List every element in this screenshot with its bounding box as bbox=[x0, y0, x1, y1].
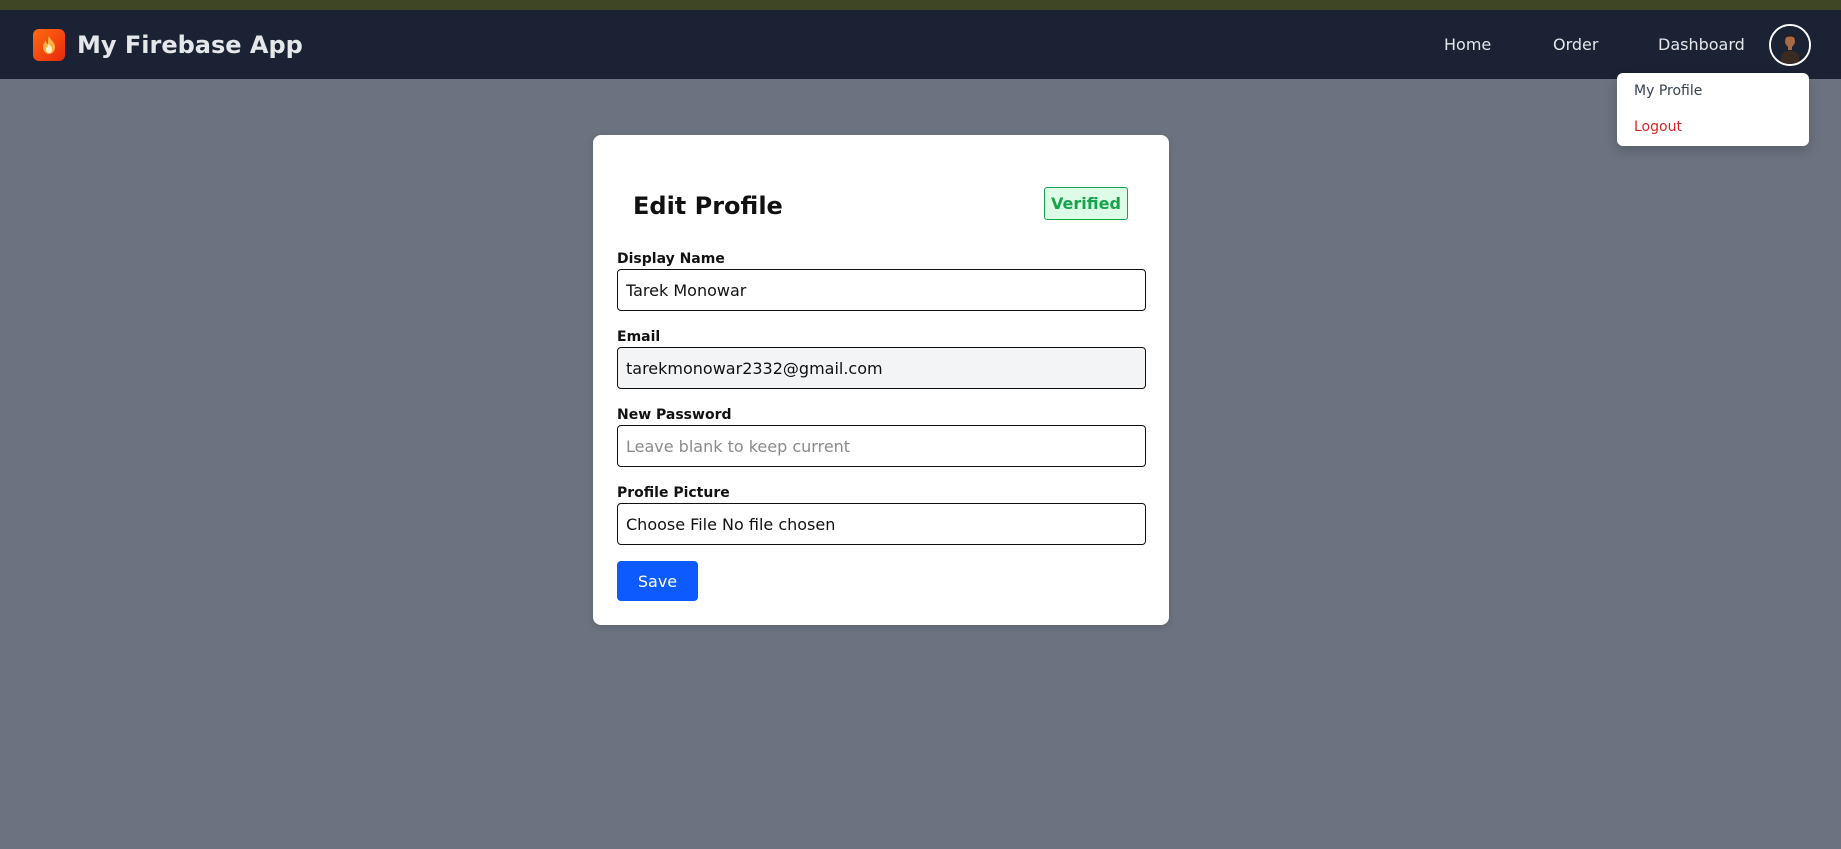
file-input-text: Choose File No file chosen bbox=[626, 514, 836, 534]
nav-links: Home Order Dashboard bbox=[0, 10, 1841, 79]
top-strip bbox=[0, 0, 1841, 10]
menu-item-logout[interactable]: Logout bbox=[1634, 118, 1682, 136]
edit-profile-card: Edit Profile Verified Display Name Email… bbox=[593, 135, 1169, 625]
nav-link-home[interactable]: Home bbox=[1444, 35, 1491, 55]
navbar: My Firebase App Home Order Dashboard bbox=[0, 10, 1841, 79]
menu-item-my-profile[interactable]: My Profile bbox=[1634, 82, 1702, 100]
verified-badge: Verified bbox=[1044, 187, 1128, 220]
email-input[interactable] bbox=[617, 347, 1146, 389]
display-name-input[interactable] bbox=[617, 269, 1146, 311]
save-button[interactable]: Save bbox=[617, 561, 698, 601]
profile-picture-label: Profile Picture bbox=[617, 485, 730, 501]
new-password-input[interactable] bbox=[617, 425, 1146, 467]
email-label: Email bbox=[617, 329, 661, 345]
profile-picture-file-input[interactable]: Choose File No file chosen bbox=[617, 503, 1146, 545]
card-title: Edit Profile bbox=[633, 192, 783, 220]
nav-link-dashboard[interactable]: Dashboard bbox=[1658, 35, 1745, 55]
nav-link-order[interactable]: Order bbox=[1553, 35, 1598, 55]
new-password-label: New Password bbox=[617, 407, 732, 423]
user-avatar[interactable] bbox=[1769, 24, 1811, 66]
display-name-label: Display Name bbox=[617, 251, 725, 267]
profile-dropdown-menu: My Profile Logout bbox=[1617, 73, 1809, 146]
avatar-icon bbox=[1771, 26, 1809, 64]
